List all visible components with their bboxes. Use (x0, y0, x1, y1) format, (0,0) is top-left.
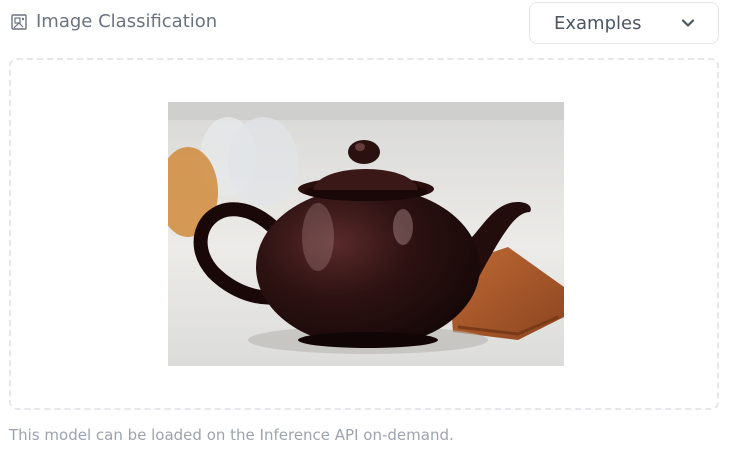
task-label: Image Classification (10, 11, 217, 32)
chevron-down-icon (681, 19, 695, 27)
image-dropzone[interactable] (9, 58, 719, 410)
examples-dropdown-button[interactable]: Examples (529, 2, 719, 44)
inference-api-note: This model can be loaded on the Inferenc… (9, 426, 454, 444)
examples-label: Examples (554, 12, 642, 34)
teapot-image (168, 102, 564, 366)
task-label-text: Image Classification (36, 11, 218, 32)
widget-header: Image Classification Examples (0, 0, 735, 48)
inference-widget: Image Classification Examples This model… (0, 0, 735, 466)
uploaded-image-preview (168, 102, 564, 366)
image-classification-icon (11, 13, 27, 30)
